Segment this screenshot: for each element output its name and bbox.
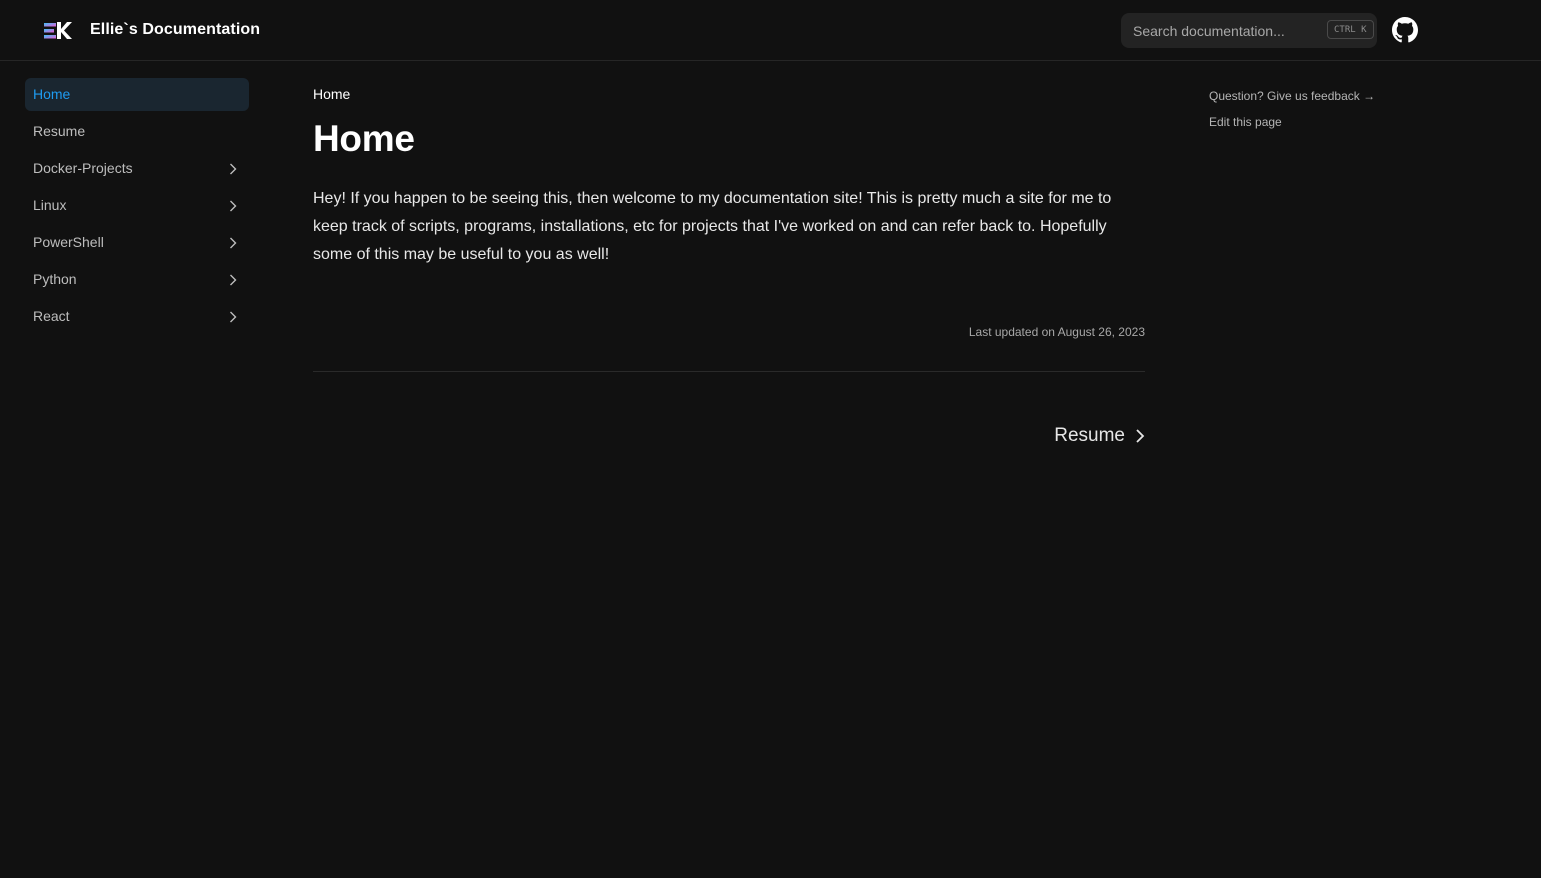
sidebar-item-label: Python: [33, 271, 77, 287]
edit-page-link[interactable]: Edit this page: [1209, 114, 1375, 140]
sidebar-item-label: Docker-Projects: [33, 160, 133, 176]
page-actions: Question? Give us feedback → Edit this p…: [1209, 88, 1375, 140]
last-updated-text: Last updated on August 26, 2023: [968, 325, 1145, 339]
sidebar-item-python[interactable]: Python: [25, 263, 249, 296]
sidebar-item-home[interactable]: Home: [25, 78, 249, 111]
search-shortcut-badge: CTRL K: [1327, 20, 1374, 39]
sidebar-item-label: Home: [33, 86, 71, 102]
chevron-right-icon[interactable]: [229, 163, 237, 175]
sidebar-item-react[interactable]: React: [25, 300, 249, 333]
page-title: Home: [313, 118, 415, 159]
next-page-link[interactable]: Resume: [1054, 425, 1145, 447]
github-icon[interactable]: [1392, 17, 1418, 43]
feedback-link[interactable]: Question? Give us feedback →: [1209, 88, 1375, 114]
sidebar-item-label: Resume: [33, 123, 86, 139]
intro-paragraph: Hey! If you happen to be seeing this, th…: [313, 190, 1112, 263]
sidebar-item-label: Linux: [33, 197, 67, 213]
chevron-right-icon: [1136, 429, 1145, 443]
main-content: Home Home Hey! If you happen to be seein…: [313, 78, 1145, 446]
chevron-right-icon[interactable]: [229, 200, 237, 212]
next-page-label: Resume: [1054, 425, 1125, 446]
chevron-right-icon[interactable]: [229, 237, 237, 249]
ek-logo-icon[interactable]: [44, 21, 72, 40]
sidebar-item-resume[interactable]: Resume: [25, 115, 249, 148]
search-box[interactable]: CTRL K: [1121, 13, 1377, 48]
sidebar-item-docker-projects[interactable]: Docker-Projects: [25, 152, 249, 185]
content-divider: [313, 371, 1145, 372]
sidebar-nav: Home Resume Docker-Projects Linux PowerS…: [25, 78, 249, 337]
sidebar-item-powershell[interactable]: PowerShell: [25, 226, 249, 259]
chevron-right-icon[interactable]: [229, 311, 237, 323]
chevron-right-icon[interactable]: [229, 274, 237, 286]
search-input[interactable]: [1121, 13, 1345, 48]
site-title[interactable]: Ellie`s Documentation: [90, 21, 260, 39]
top-bar: Ellie`s Documentation CTRL K: [0, 0, 1541, 61]
breadcrumb[interactable]: Home: [313, 86, 1145, 102]
sidebar-item-label: React: [33, 308, 70, 324]
sidebar-item-linux[interactable]: Linux: [25, 189, 249, 222]
sidebar-item-label: PowerShell: [33, 234, 104, 250]
